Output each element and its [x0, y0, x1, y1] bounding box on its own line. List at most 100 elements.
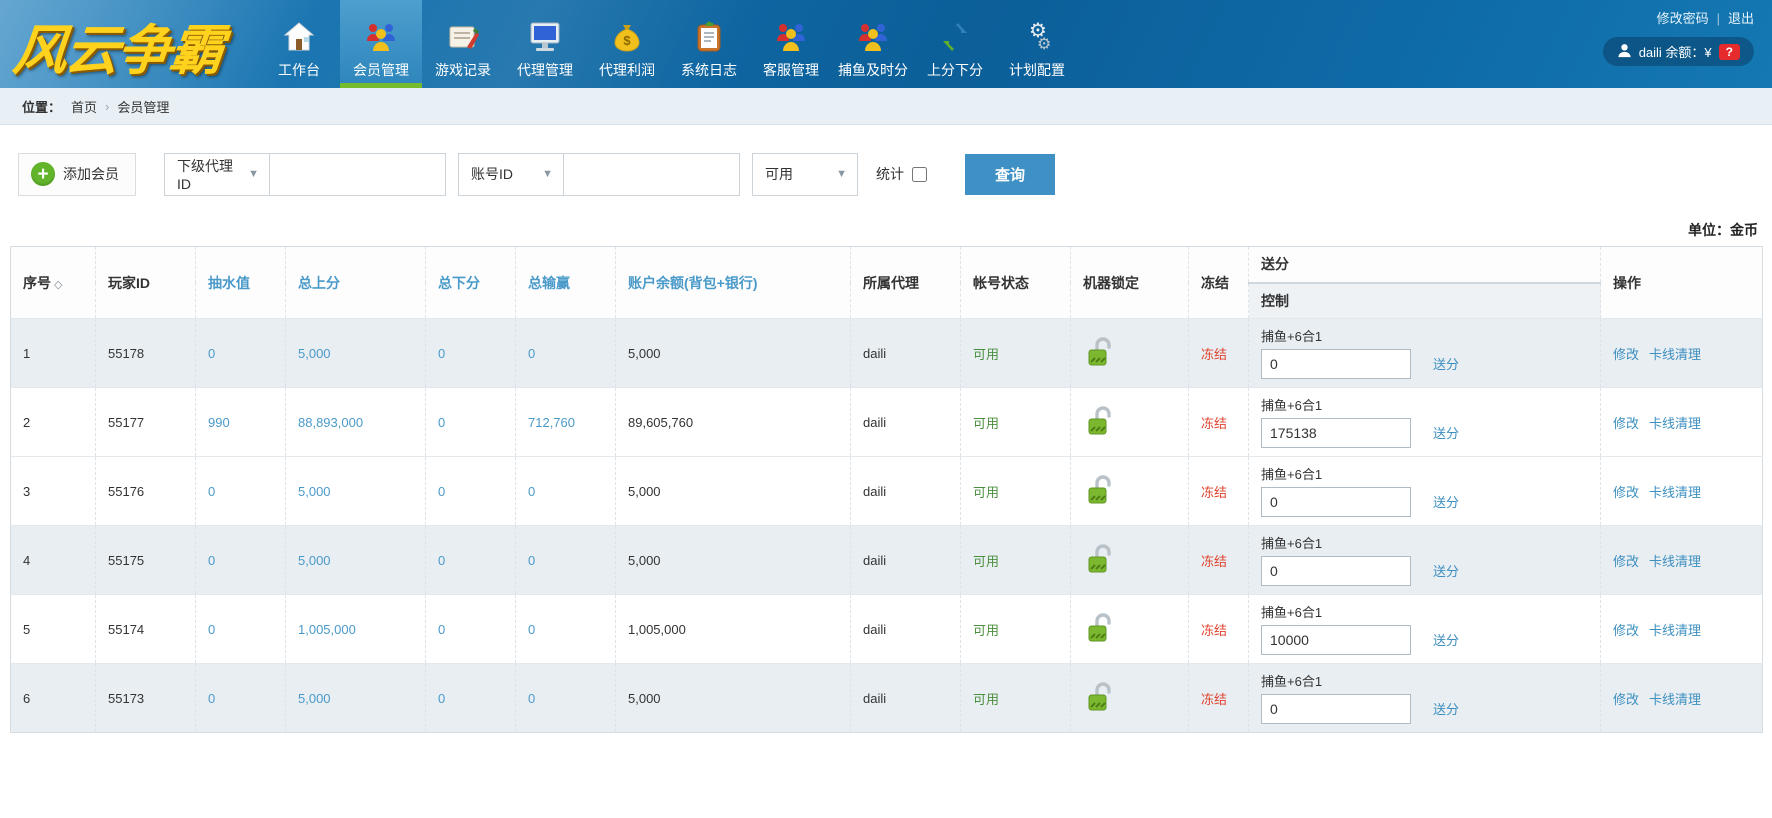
header-machine-lock: 机器锁定 [1071, 247, 1189, 319]
unlocked-icon[interactable] [1083, 404, 1117, 441]
freeze-link[interactable]: 冻结 [1201, 692, 1227, 707]
unlocked-icon[interactable] [1083, 335, 1117, 372]
svg-text:$: $ [623, 33, 631, 48]
freeze-link[interactable]: 冻结 [1201, 623, 1227, 638]
total-down-cell: 0 [426, 595, 516, 664]
machine-lock-cell [1071, 664, 1189, 733]
total-up-cell: 88,893,000 [286, 388, 426, 457]
edit-link[interactable]: 修改 [1613, 554, 1639, 569]
nav-item-6[interactable]: 系统日志 [668, 0, 750, 88]
actions-cell: 修改卡线清理 [1601, 319, 1763, 388]
send-score-link[interactable]: 送分 [1433, 492, 1459, 511]
home-icon [281, 19, 317, 55]
header-balance[interactable]: 账户余额(背包+银行) [616, 247, 851, 319]
clear-line-link[interactable]: 卡线清理 [1649, 485, 1701, 500]
clear-line-link[interactable]: 卡线清理 [1649, 416, 1701, 431]
clear-line-link[interactable]: 卡线清理 [1649, 692, 1701, 707]
unlocked-icon[interactable] [1083, 611, 1117, 648]
nav-item-9[interactable]: 上分下分 [914, 0, 996, 88]
table-row: 15517805,000005,000daili可用冻结捕鱼+6合1送分修改卡线… [11, 319, 1763, 388]
send-score-link[interactable]: 送分 [1433, 630, 1459, 649]
edit-link[interactable]: 修改 [1613, 485, 1639, 500]
nav-item-10[interactable]: ⚙⚙计划配置 [996, 0, 1078, 88]
edit-link[interactable]: 修改 [1613, 692, 1639, 707]
breadcrumb-current: 会员管理 [117, 97, 169, 116]
total-up-cell: 5,000 [286, 664, 426, 733]
agent-id-input[interactable] [270, 153, 446, 196]
send-score-link[interactable]: 送分 [1433, 423, 1459, 442]
agent-cell: daili [851, 319, 961, 388]
nav-item-7[interactable]: 客服管理 [750, 0, 832, 88]
clear-line-link[interactable]: 卡线清理 [1649, 347, 1701, 362]
freeze-cell: 冻结 [1189, 664, 1249, 733]
edit-link[interactable]: 修改 [1613, 623, 1639, 638]
game-label: 捕鱼+6合1 [1261, 602, 1600, 621]
balance-cell: 89,605,760 [616, 388, 851, 457]
unlocked-icon[interactable] [1083, 473, 1117, 510]
clear-line-link[interactable]: 卡线清理 [1649, 554, 1701, 569]
nav-item-8[interactable]: 捕鱼及时分 [832, 0, 914, 88]
header-total-winloss[interactable]: 总输赢 [516, 247, 616, 319]
agent-id-dropdown[interactable]: 下级代理ID ▼ [164, 153, 270, 196]
total-winloss-cell: 0 [516, 595, 616, 664]
breadcrumb-home-link[interactable]: 首页 [71, 97, 97, 116]
send-score-cell: 捕鱼+6合1送分 [1249, 319, 1601, 388]
pump-cell: 0 [196, 664, 286, 733]
balance-cell: 5,000 [616, 457, 851, 526]
up-down-arrows-icon [937, 19, 973, 55]
add-member-button[interactable]: + 添加会员 [18, 153, 136, 196]
stats-checkbox[interactable] [912, 167, 927, 182]
nav-item-2[interactable]: 会员管理 [340, 0, 422, 88]
query-button[interactable]: 查询 [965, 154, 1055, 195]
header-seq[interactable]: 序号◇ [11, 247, 96, 319]
score-input[interactable] [1261, 349, 1411, 379]
balance-badge[interactable]: ? [1719, 44, 1740, 60]
chevron-down-icon: ▼ [542, 168, 553, 180]
member-table: 序号◇ 玩家ID 抽水值 总上分 总下分 总输赢 账户余额(背包+银行) 所属代… [10, 246, 1763, 733]
account-id-dropdown[interactable]: 账号ID ▼ [458, 153, 564, 196]
account-id-input[interactable] [564, 153, 740, 196]
change-password-link[interactable]: 修改密码 [1657, 11, 1709, 26]
machine-lock-cell [1071, 457, 1189, 526]
unlocked-icon[interactable] [1083, 542, 1117, 579]
total-winloss-cell: 0 [516, 457, 616, 526]
stats-label: 统计 [876, 164, 904, 184]
status-dropdown[interactable]: 可用 ▼ [752, 153, 858, 196]
seq-cell: 2 [11, 388, 96, 457]
logout-link[interactable]: 退出 [1728, 11, 1754, 26]
actions-cell: 修改卡线清理 [1601, 526, 1763, 595]
freeze-link[interactable]: 冻结 [1201, 485, 1227, 500]
table-row: 65517305,000005,000daili可用冻结捕鱼+6合1送分修改卡线… [11, 664, 1763, 733]
nav-item-1[interactable]: 工作台 [258, 0, 340, 88]
header-total-down[interactable]: 总下分 [426, 247, 516, 319]
total-down-cell: 0 [426, 319, 516, 388]
freeze-link[interactable]: 冻结 [1201, 347, 1227, 362]
send-score-link[interactable]: 送分 [1433, 699, 1459, 718]
header-total-up[interactable]: 总上分 [286, 247, 426, 319]
service-people-icon [773, 19, 809, 55]
clear-line-link[interactable]: 卡线清理 [1649, 623, 1701, 638]
status-dropdown-value: 可用 [765, 164, 793, 184]
edit-link[interactable]: 修改 [1613, 347, 1639, 362]
score-input[interactable] [1261, 418, 1411, 448]
unlocked-icon[interactable] [1083, 680, 1117, 717]
sort-icon[interactable]: ◇ [54, 279, 62, 291]
balance-cell: 5,000 [616, 664, 851, 733]
nav-item-5[interactable]: $代理利润 [586, 0, 668, 88]
freeze-link[interactable]: 冻结 [1201, 416, 1227, 431]
send-score-link[interactable]: 送分 [1433, 354, 1459, 373]
score-input[interactable] [1261, 694, 1411, 724]
pump-cell: 990 [196, 388, 286, 457]
send-score-link[interactable]: 送分 [1433, 561, 1459, 580]
freeze-link[interactable]: 冻结 [1201, 554, 1227, 569]
nav-item-label: 客服管理 [763, 60, 819, 80]
edit-link[interactable]: 修改 [1613, 416, 1639, 431]
nav-item-4[interactable]: 代理管理 [504, 0, 586, 88]
header-pump[interactable]: 抽水值 [196, 247, 286, 319]
nav-item-3[interactable]: 游戏记录 [422, 0, 504, 88]
score-input[interactable] [1261, 487, 1411, 517]
user-balance-pill[interactable]: daili 余额：¥ ? [1603, 37, 1754, 66]
total-up-cell: 5,000 [286, 457, 426, 526]
score-input[interactable] [1261, 556, 1411, 586]
score-input[interactable] [1261, 625, 1411, 655]
